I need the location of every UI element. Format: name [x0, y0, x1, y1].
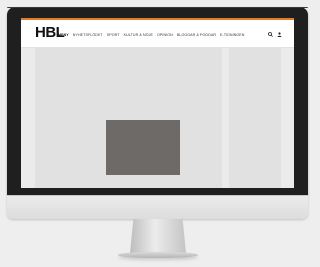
- monitor: HBL Meny Nyhetsflödet Sport Kultur & Nöj…: [7, 7, 308, 195]
- scene: HBL Meny Nyhetsflödet Sport Kultur & Nöj…: [0, 0, 315, 267]
- article-image-placeholder[interactable]: [106, 120, 180, 175]
- chin-divider: [7, 195, 308, 196]
- monitor-screen: HBL Meny Nyhetsflödet Sport Kultur & Nöj…: [21, 18, 294, 188]
- nav-item-opinion[interactable]: Opinion: [157, 33, 173, 38]
- page-content: [21, 48, 294, 188]
- user-icon[interactable]: [277, 32, 282, 37]
- main-column: [35, 48, 222, 188]
- header-icons: [268, 32, 282, 37]
- nav-item-sport[interactable]: Sport: [107, 33, 120, 38]
- nav-item-bloggar-poddar[interactable]: Bloggar & Poddar: [177, 33, 216, 38]
- monitor-chin: [7, 195, 308, 219]
- main-nav: Meny Nyhetsflödet Sport Kultur & Nöje Op…: [58, 33, 245, 38]
- search-icon[interactable]: [268, 32, 273, 37]
- side-column: [229, 48, 281, 188]
- nav-item-kultur-noje[interactable]: Kultur & Nöje: [124, 33, 153, 38]
- nav-item-nyhetsflodet[interactable]: Nyhetsflödet: [73, 33, 103, 38]
- nav-item-meny[interactable]: Meny: [58, 33, 69, 38]
- site-header: HBL Meny Nyhetsflödet Sport Kultur & Nöj…: [21, 20, 294, 48]
- monitor-stand-base: [118, 252, 198, 258]
- nav-item-e-tidningen[interactable]: E-tidningen: [220, 33, 244, 38]
- monitor-stand-neck: [130, 219, 186, 253]
- bezel-highlight: [7, 7, 308, 8]
